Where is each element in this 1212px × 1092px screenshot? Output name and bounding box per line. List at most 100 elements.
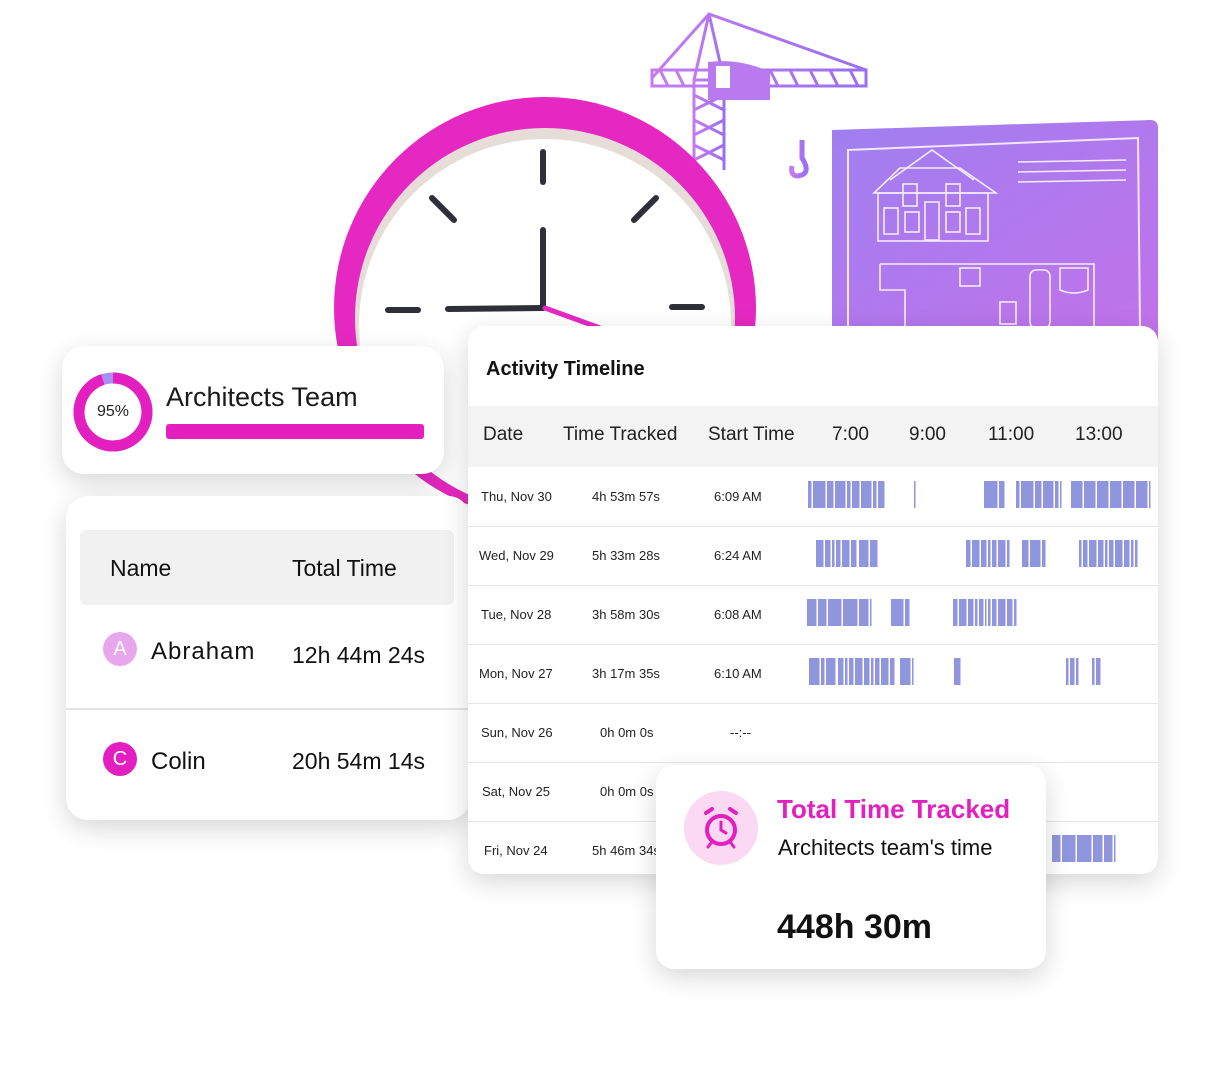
activity-bar — [1055, 481, 1059, 508]
activity-bar — [859, 540, 869, 567]
activity-bar — [859, 599, 869, 626]
activity-bar — [864, 658, 870, 685]
activity-bar — [992, 540, 997, 567]
activity-bar — [881, 658, 889, 685]
activity-bar — [827, 481, 834, 508]
member-row-abraham[interactable]: A Abraham 12h 44m 24s — [66, 630, 470, 708]
column-header-name: Name — [110, 555, 172, 581]
activity-bar — [905, 599, 910, 626]
activity-bar — [1089, 540, 1097, 567]
activity-bar — [966, 540, 971, 567]
activity-bar — [998, 599, 1006, 626]
team-progress-bar — [166, 424, 424, 439]
row-divider — [66, 708, 470, 710]
activity-bar — [1105, 540, 1108, 567]
activity-bar — [838, 658, 844, 685]
activity-bar — [861, 481, 872, 508]
activity-bar — [1022, 540, 1029, 567]
activity-bar — [891, 599, 904, 626]
activity-bar — [968, 599, 974, 626]
activity-bar — [870, 599, 872, 626]
activity-bar — [1097, 481, 1109, 508]
total-time-card: Total Time Tracked Architects team's tim… — [656, 765, 1046, 969]
activity-bar — [1123, 481, 1135, 508]
activity-bar — [985, 599, 987, 626]
activity-bar — [855, 658, 863, 685]
activity-bar — [953, 599, 958, 626]
activity-bar — [1070, 658, 1075, 685]
activity-bar — [1114, 835, 1116, 862]
activity-bar — [878, 481, 885, 508]
activity-bar — [1077, 835, 1092, 862]
activity-bar — [1098, 540, 1104, 567]
total-title: Total Time Tracked — [777, 794, 1011, 824]
activity-bar — [828, 599, 842, 626]
activity-bar — [1016, 481, 1020, 508]
members-table-header: Name Total Time — [80, 530, 454, 605]
activity-bar — [843, 599, 858, 626]
member-total-time: 12h 44m 24s — [292, 642, 425, 668]
activity-bar — [1079, 540, 1082, 567]
activity-bar — [1021, 481, 1034, 508]
activity-bar — [988, 540, 991, 567]
column-header-total-time: Total Time — [292, 555, 397, 581]
activity-bar — [1052, 835, 1061, 862]
activity-bar — [1084, 481, 1096, 508]
activity-bar — [1007, 540, 1010, 567]
activity-bar — [975, 599, 978, 626]
activity-bar — [1136, 481, 1148, 508]
avatar: C — [103, 742, 137, 776]
total-value: 448h 30m — [777, 908, 932, 946]
activity-bar — [998, 540, 1006, 567]
activity-bar — [1093, 835, 1103, 862]
activity-bar — [979, 599, 984, 626]
team-card[interactable]: 95% Architects Team — [62, 346, 444, 474]
activity-bar — [835, 481, 846, 508]
activity-bar — [1042, 540, 1046, 567]
activity-bar — [954, 658, 961, 685]
activity-bar — [1124, 540, 1130, 567]
activity-bar — [890, 658, 895, 685]
activity-bar — [845, 658, 848, 685]
activity-bar — [1109, 540, 1114, 567]
activity-bar — [1066, 658, 1069, 685]
activity-bar — [836, 540, 841, 567]
activity-bar — [1062, 835, 1076, 862]
activity-bar — [999, 481, 1005, 508]
alarm-clock-icon — [684, 791, 758, 865]
member-total-time: 20h 54m 14s — [292, 748, 425, 774]
total-subtitle: Architects team's time — [778, 835, 993, 860]
house-blueprint-icon — [832, 120, 1158, 340]
activity-bar — [984, 481, 998, 508]
activity-bar — [821, 658, 825, 685]
activity-bar — [1071, 481, 1083, 508]
activity-bar — [807, 599, 817, 626]
activity-bar — [914, 481, 916, 508]
team-progress-percent: 95% — [96, 403, 130, 420]
activity-bar — [842, 540, 850, 567]
activity-bar — [1043, 481, 1054, 508]
activity-bar — [870, 540, 878, 567]
activity-bar — [875, 658, 880, 685]
activity-bar — [900, 658, 911, 685]
activity-bar — [1096, 658, 1101, 685]
activity-bar — [972, 540, 980, 567]
activity-bar — [959, 599, 967, 626]
activity-bar — [1030, 540, 1041, 567]
activity-bar — [1131, 540, 1134, 567]
activity-bar — [871, 658, 874, 685]
member-name: Colin — [151, 748, 206, 775]
activity-bar — [849, 658, 854, 685]
activity-bar — [851, 540, 857, 567]
activity-bar — [988, 599, 991, 626]
activity-bar — [1115, 540, 1123, 567]
activity-bar — [1076, 658, 1079, 685]
activity-bar — [1035, 481, 1042, 508]
activity-bar — [847, 481, 851, 508]
activity-bar — [992, 599, 997, 626]
activity-bar — [832, 540, 835, 567]
activity-bar — [1110, 481, 1122, 508]
activity-bar — [1060, 481, 1062, 508]
activity-bar — [1092, 658, 1095, 685]
member-row-colin[interactable]: C Colin 20h 54m 14s — [66, 742, 470, 802]
